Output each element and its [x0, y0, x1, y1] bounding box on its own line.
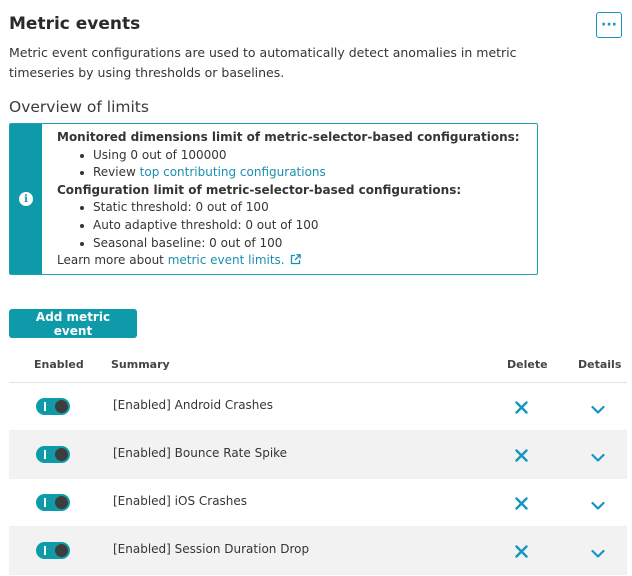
- row-summary: [Enabled] Session Duration Drop: [113, 542, 310, 556]
- review-prefix: Review: [93, 165, 140, 180]
- page-description: Metric event configurations are used to …: [9, 45, 517, 80]
- dimensions-limit-heading: Monitored dimensions limit of metric-sel…: [57, 130, 520, 144]
- col-details-header: Details: [578, 358, 622, 371]
- external-link-icon[interactable]: [290, 253, 301, 271]
- auto-adaptive-limit: Auto adaptive threshold: 0 out of 100: [80, 217, 520, 235]
- config-limit-heading: Configuration limit of metric-selector-b…: [57, 182, 462, 197]
- chevron-down-icon[interactable]: [591, 544, 605, 563]
- col-delete-header: Delete: [507, 358, 548, 371]
- row-summary: [Enabled] Bounce Rate Spike: [113, 446, 288, 460]
- toggle-on-mark: [44, 402, 46, 411]
- more-actions-button[interactable]: ···: [596, 12, 622, 38]
- toggle-on-mark: [44, 450, 46, 459]
- seasonal-baseline-limit: Seasonal baseline: 0 out of 100: [80, 235, 520, 253]
- toggle-knob: [55, 496, 68, 509]
- enabled-toggle[interactable]: [36, 398, 70, 415]
- table-row: [Enabled] iOS Crashes: [9, 479, 627, 527]
- col-enabled-header: Enabled: [34, 358, 84, 371]
- enabled-toggle[interactable]: [36, 494, 70, 511]
- table-header: Enabled Summary Delete Details: [9, 350, 627, 383]
- delete-icon[interactable]: [515, 543, 528, 562]
- review-item: Review top contributing configurations: [80, 164, 520, 182]
- limits-info-box: i Monitored dimensions limit of metric-s…: [9, 123, 538, 275]
- delete-icon[interactable]: [515, 399, 528, 418]
- enabled-toggle[interactable]: [36, 446, 70, 463]
- delete-icon[interactable]: [515, 447, 528, 466]
- add-metric-event-button[interactable]: Add metric event: [9, 309, 137, 338]
- chevron-down-icon[interactable]: [591, 496, 605, 515]
- row-summary: [Enabled] Android Crashes: [113, 398, 274, 412]
- toggle-knob: [55, 544, 68, 557]
- metric-events-table: Enabled Summary Delete Details [Enabled]…: [9, 350, 627, 575]
- chevron-down-icon[interactable]: [591, 448, 605, 467]
- chevron-down-icon[interactable]: [591, 400, 605, 419]
- limits-content: Monitored dimensions limit of metric-sel…: [42, 124, 520, 274]
- page-title: Metric events: [9, 14, 141, 34]
- table-row: [Enabled] Session Duration Drop: [9, 527, 627, 575]
- col-summary-header: Summary: [111, 358, 170, 371]
- toggle-on-mark: [44, 546, 46, 555]
- static-threshold-limit: Static threshold: 0 out of 100: [80, 199, 520, 217]
- delete-icon[interactable]: [515, 495, 528, 514]
- toggle-on-mark: [44, 498, 46, 507]
- table-body: [Enabled] Android Crashes [Enabled] Bounc…: [9, 383, 627, 575]
- metric-event-limits-link[interactable]: metric event limits.: [168, 253, 285, 267]
- info-strip: i: [10, 124, 42, 274]
- table-row: [Enabled] Android Crashes: [9, 383, 627, 431]
- config-limit-list: Static threshold: 0 out of 100 Auto adap…: [57, 199, 520, 252]
- enabled-toggle[interactable]: [36, 542, 70, 559]
- limits-title: Overview of limits: [9, 98, 149, 116]
- info-icon: i: [19, 192, 33, 206]
- learn-prefix: Learn more about: [57, 253, 168, 268]
- top-contributing-link[interactable]: top contributing configurations: [140, 165, 326, 179]
- learn-more-line: Learn more about metric event limits.: [57, 252, 520, 271]
- table-row: [Enabled] Bounce Rate Spike: [9, 431, 627, 479]
- row-summary: [Enabled] iOS Crashes: [113, 494, 248, 508]
- toggle-knob: [55, 448, 68, 461]
- dimensions-usage: Using 0 out of 100000: [80, 147, 520, 165]
- dimensions-limit-list: Using 0 out of 100000 Review top contrib…: [57, 147, 520, 182]
- toggle-knob: [55, 400, 68, 413]
